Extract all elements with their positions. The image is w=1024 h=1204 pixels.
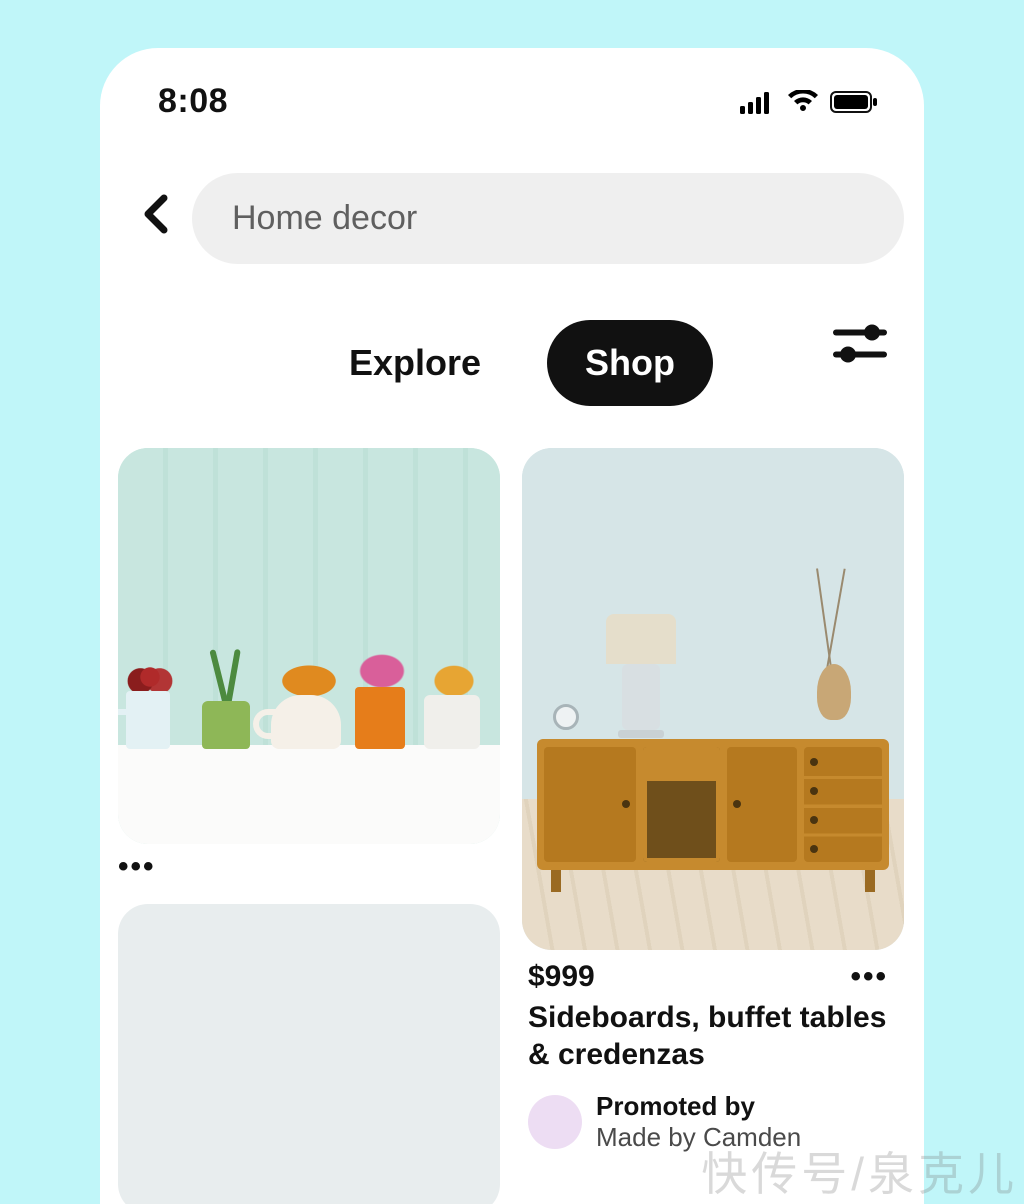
battery-icon [830,90,878,114]
status-bar: 8:08 [100,48,924,121]
tab-explore[interactable]: Explore [311,320,519,406]
product-card[interactable]: $999 ••• Sideboards, buffet tables & cre… [522,448,904,1153]
chevron-left-icon [142,194,168,234]
grid-col-left: ••• [118,448,500,1204]
status-icons [740,90,878,114]
more-button[interactable]: ••• [850,960,894,994]
phone-frame: 8:08 Home decor Explore Shop [100,48,924,1204]
filter-button[interactable] [832,319,888,374]
cellular-icon [740,90,776,114]
product-title: Sideboards, buffet tables & credenzas [522,994,904,1073]
search-value: Home decor [232,199,417,237]
product-image [522,448,904,950]
search-row: Home decor [100,121,924,264]
grid-col-right: $999 ••• Sideboards, buffet tables & cre… [522,448,904,1204]
promoted-label: Promoted by [596,1091,801,1122]
product-price: $999 [528,960,595,994]
pin-image [118,448,500,844]
tab-shop[interactable]: Shop [547,320,713,406]
search-input[interactable]: Home decor [192,173,904,264]
wifi-icon [786,90,820,114]
pin-image [118,904,500,1204]
results-grid: ••• [100,406,924,1204]
back-button[interactable] [138,188,172,250]
more-button[interactable]: ••• [118,844,500,890]
status-time: 8:08 [158,82,228,121]
promoted-row[interactable]: Promoted by Made by Camden [522,1073,904,1153]
sliders-icon [832,319,888,369]
pin-card[interactable] [118,904,500,1204]
tabs-row: Explore Shop [100,264,924,406]
advertiser-avatar [528,1095,582,1149]
pin-card[interactable]: ••• [118,448,500,890]
advertiser-name: Made by Camden [596,1122,801,1153]
